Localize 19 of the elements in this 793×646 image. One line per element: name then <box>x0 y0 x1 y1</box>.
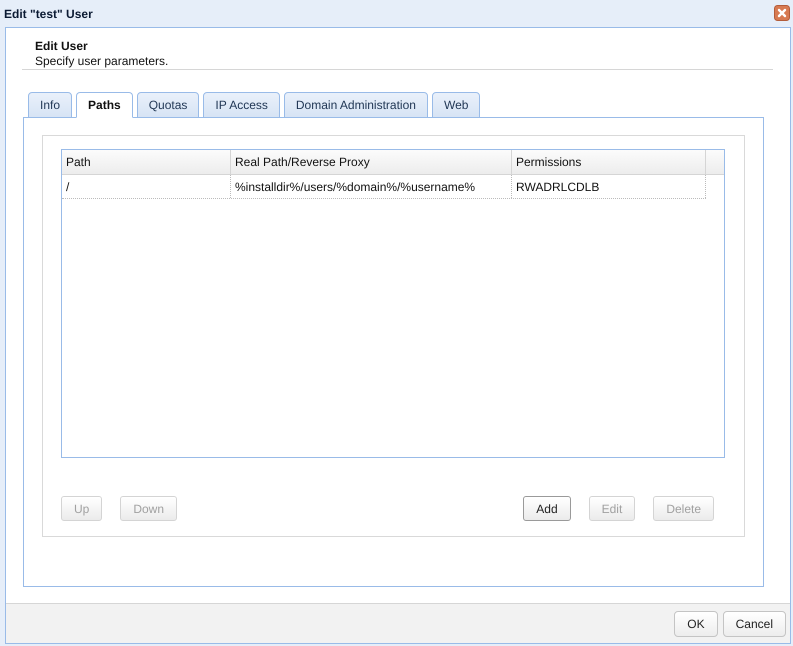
tab[interactable]: Web <box>432 92 480 118</box>
tab[interactable]: IP Access <box>203 92 280 118</box>
table-cell: RWADRLCDLB <box>512 175 706 198</box>
column-header[interactable]: Real Path/Reverse Proxy <box>231 150 512 174</box>
dialog-button[interactable]: OK <box>674 610 718 636</box>
grid-action-button[interactable]: Add <box>523 496 571 521</box>
table-cell: %installdir%/users/%domain%/%username% <box>231 175 512 198</box>
section-title: Edit User <box>35 39 88 54</box>
window-title: Edit "test" User <box>4 6 93 20</box>
grid-row[interactable]: / %installdir%/users/%domain%/%username% RWADRLCDLB <box>62 175 706 199</box>
tab[interactable]: Domain Administration <box>284 92 428 118</box>
table-cell: / <box>62 175 231 198</box>
column-header[interactable]: Path <box>62 150 231 174</box>
tab[interactable]: Quotas <box>136 92 200 118</box>
tab[interactable]: Paths <box>76 92 133 118</box>
close-icon[interactable] <box>774 5 790 21</box>
dialog-button[interactable]: Cancel <box>722 610 786 636</box>
tab[interactable]: Info <box>28 92 72 118</box>
section-subtitle: Specify user parameters. <box>35 54 168 69</box>
